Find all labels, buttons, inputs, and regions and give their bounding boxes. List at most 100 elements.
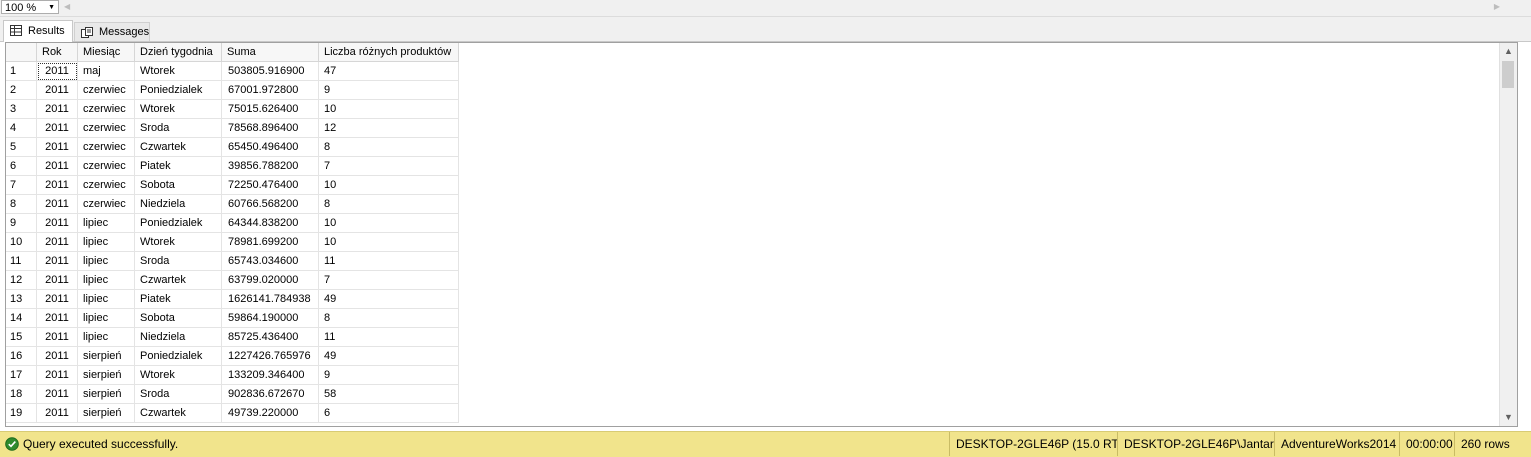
cell-rok[interactable]: 2011 [37, 328, 78, 347]
header-rownum[interactable] [6, 43, 37, 62]
table-row[interactable]: 12 2011 lipiec Czwartek 63799.020000 7 [6, 271, 459, 290]
cell-miesiac[interactable]: czerwiec [78, 195, 135, 214]
cell-rownum[interactable]: 12 [6, 271, 37, 290]
cell-rownum[interactable]: 14 [6, 309, 37, 328]
cell-rok[interactable]: 2011 [37, 157, 78, 176]
cell-rok[interactable]: 2011 [37, 233, 78, 252]
cell-suma[interactable]: 72250.476400 [222, 176, 319, 195]
cell-suma[interactable]: 78568.896400 [222, 119, 319, 138]
cell-suma[interactable]: 133209.346400 [222, 366, 319, 385]
cell-miesiac[interactable]: lipiec [78, 252, 135, 271]
cell-rok[interactable]: 2011 [37, 119, 78, 138]
cell-suma[interactable]: 503805.916900 [222, 62, 319, 81]
cell-dzien[interactable]: Wtorek [135, 62, 222, 81]
cell-liczba[interactable]: 58 [319, 385, 459, 404]
cell-liczba[interactable]: 8 [319, 138, 459, 157]
cell-suma[interactable]: 65450.496400 [222, 138, 319, 157]
zoom-select[interactable]: 100 % ▼ [1, 0, 59, 14]
cell-miesiac[interactable]: czerwiec [78, 100, 135, 119]
cell-rok[interactable]: 2011 [37, 385, 78, 404]
cell-dzien[interactable]: Czwartek [135, 271, 222, 290]
cell-dzien[interactable]: Sobota [135, 309, 222, 328]
cell-dzien[interactable]: Poniedzialek [135, 347, 222, 366]
cell-suma[interactable]: 60766.568200 [222, 195, 319, 214]
cell-liczba[interactable]: 8 [319, 195, 459, 214]
cell-rok[interactable]: 2011 [37, 366, 78, 385]
cell-rownum[interactable]: 19 [6, 404, 37, 423]
cell-rownum[interactable]: 11 [6, 252, 37, 271]
tab-messages[interactable]: Messages [74, 22, 150, 41]
cell-rownum[interactable]: 5 [6, 138, 37, 157]
cell-rownum[interactable]: 15 [6, 328, 37, 347]
cell-rok[interactable]: 2011 [37, 81, 78, 100]
table-row[interactable]: 8 2011 czerwiec Niedziela 60766.568200 8 [6, 195, 459, 214]
cell-liczba[interactable]: 9 [319, 366, 459, 385]
cell-rownum[interactable]: 9 [6, 214, 37, 233]
table-row[interactable]: 2 2011 czerwiec Poniedzialek 67001.972800 9 [6, 81, 459, 100]
cell-liczba[interactable]: 11 [319, 252, 459, 271]
cell-rownum[interactable]: 3 [6, 100, 37, 119]
cell-rok[interactable]: 2011 [37, 252, 78, 271]
cell-liczba[interactable]: 11 [319, 328, 459, 347]
cell-dzien[interactable]: Sobota [135, 176, 222, 195]
cell-rownum[interactable]: 10 [6, 233, 37, 252]
cell-liczba[interactable]: 49 [319, 290, 459, 309]
cell-miesiac[interactable]: lipiec [78, 309, 135, 328]
cell-dzien[interactable]: Piatek [135, 157, 222, 176]
table-row[interactable]: 14 2011 lipiec Sobota 59864.190000 8 [6, 309, 459, 328]
cell-miesiac[interactable]: sierpień [78, 385, 135, 404]
cell-suma[interactable]: 39856.788200 [222, 157, 319, 176]
cell-miesiac[interactable]: lipiec [78, 233, 135, 252]
table-row[interactable]: 15 2011 lipiec Niedziela 85725.436400 11 [6, 328, 459, 347]
cell-miesiac[interactable]: czerwiec [78, 119, 135, 138]
cell-rok[interactable]: 2011 [37, 100, 78, 119]
cell-miesiac[interactable]: lipiec [78, 328, 135, 347]
cell-liczba[interactable]: 12 [319, 119, 459, 138]
scroll-up-icon[interactable]: ▲ [1500, 43, 1517, 60]
table-row[interactable]: 11 2011 lipiec Sroda 65743.034600 11 [6, 252, 459, 271]
cell-rownum[interactable]: 2 [6, 81, 37, 100]
scroll-down-icon[interactable]: ▼ [1500, 409, 1517, 426]
cell-rownum[interactable]: 1 [6, 62, 37, 81]
cell-dzien[interactable]: Sroda [135, 252, 222, 271]
cell-suma[interactable]: 902836.672670 [222, 385, 319, 404]
header-suma[interactable]: Suma [222, 43, 319, 62]
table-row[interactable]: 1 2011 maj Wtorek 503805.916900 47 [6, 62, 459, 81]
cell-rok[interactable]: 2011 [37, 195, 78, 214]
header-rok[interactable]: Rok [37, 43, 78, 62]
cell-miesiac[interactable]: sierpień [78, 347, 135, 366]
cell-liczba[interactable]: 7 [319, 271, 459, 290]
cell-dzien[interactable]: Piatek [135, 290, 222, 309]
cell-rok[interactable]: 2011 [37, 309, 78, 328]
cell-dzien[interactable]: Wtorek [135, 233, 222, 252]
cell-miesiac[interactable]: maj [78, 62, 135, 81]
cell-suma[interactable]: 75015.626400 [222, 100, 319, 119]
cell-suma[interactable]: 63799.020000 [222, 271, 319, 290]
header-miesiac[interactable]: Miesiąc [78, 43, 135, 62]
table-row[interactable]: 18 2011 sierpień Sroda 902836.672670 58 [6, 385, 459, 404]
cell-liczba[interactable]: 8 [319, 309, 459, 328]
cell-suma[interactable]: 65743.034600 [222, 252, 319, 271]
cell-rok[interactable]: 2011 [37, 138, 78, 157]
vertical-scrollbar[interactable]: ▲ ▼ [1499, 43, 1517, 426]
cell-rownum[interactable]: 13 [6, 290, 37, 309]
cell-dzien[interactable]: Sroda [135, 385, 222, 404]
cell-miesiac[interactable]: lipiec [78, 214, 135, 233]
cell-rok[interactable]: 2011 [37, 290, 78, 309]
cell-rownum[interactable]: 6 [6, 157, 37, 176]
cell-miesiac[interactable]: sierpień [78, 404, 135, 423]
table-row[interactable]: 5 2011 czerwiec Czwartek 65450.496400 8 [6, 138, 459, 157]
cell-dzien[interactable]: Niedziela [135, 195, 222, 214]
cell-liczba[interactable]: 10 [319, 176, 459, 195]
table-row[interactable]: 9 2011 lipiec Poniedzialek 64344.838200 10 [6, 214, 459, 233]
cell-liczba[interactable]: 49 [319, 347, 459, 366]
cell-rok[interactable]: 2011 [37, 62, 78, 81]
cell-miesiac[interactable]: czerwiec [78, 138, 135, 157]
cell-rownum[interactable]: 7 [6, 176, 37, 195]
cell-rok[interactable]: 2011 [37, 176, 78, 195]
cell-rok[interactable]: 2011 [37, 347, 78, 366]
cell-rok[interactable]: 2011 [37, 271, 78, 290]
scroll-right-icon[interactable]: ▶ [1494, 1, 1500, 13]
cell-rok[interactable]: 2011 [37, 404, 78, 423]
cell-rok[interactable]: 2011 [37, 214, 78, 233]
